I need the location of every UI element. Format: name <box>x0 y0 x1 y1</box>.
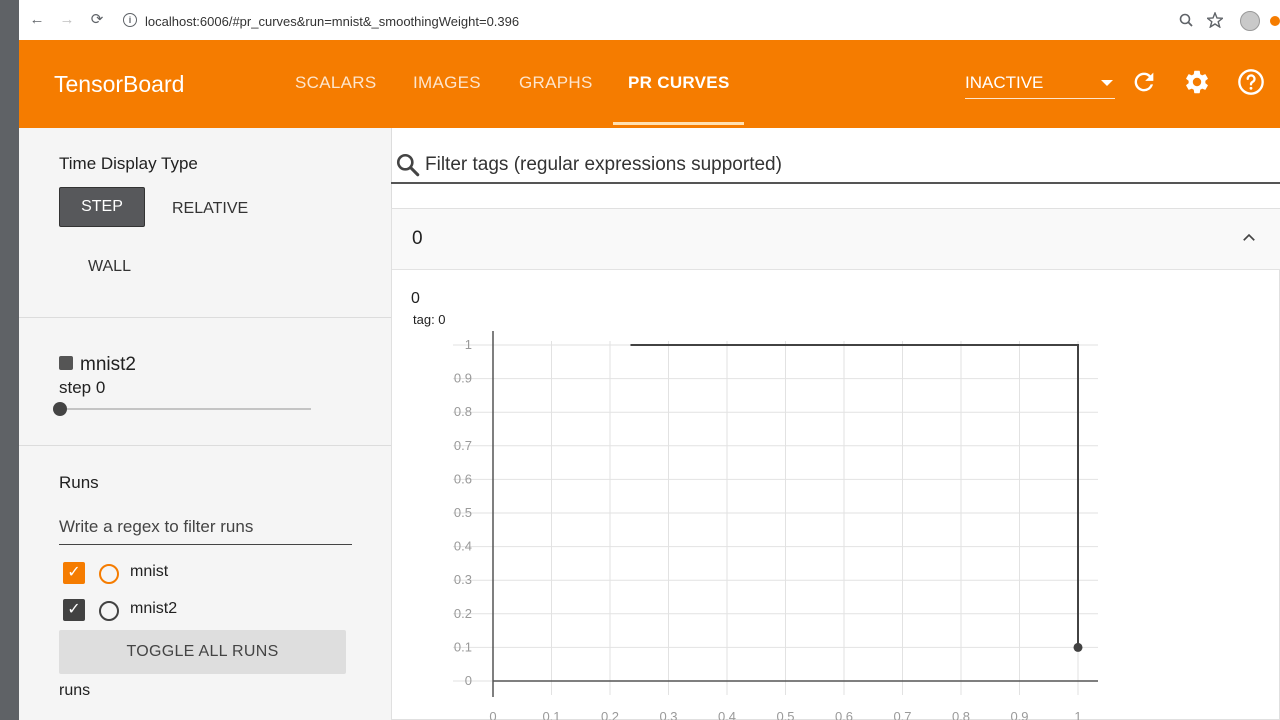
tab-images[interactable]: IMAGES <box>413 73 481 93</box>
time-display-title: Time Display Type <box>59 154 198 173</box>
pr-curve-chart[interactable]: 0 0.1 0.2 0.3 0.4 0.5 0.6 0.7 0.8 0.9 1 0 0.1 0.2 0.3 0… <box>391 320 1111 720</box>
sidebar-divider <box>19 317 391 318</box>
run-color-circle[interactable] <box>99 601 119 621</box>
run-checkbox-mnist[interactable]: ✓ <box>63 562 85 584</box>
tag-filter-input[interactable] <box>425 148 1280 182</box>
forward-icon[interactable]: → <box>59 12 75 28</box>
inactive-plugins-dropdown[interactable]: INACTIVE <box>965 70 1115 99</box>
y-tick-label: 0.3 <box>454 572 472 587</box>
browser-toolbar: ← → ⟳ i localhost:6006/#pr_curves&run=mn… <box>19 0 1280 41</box>
back-icon[interactable]: ← <box>29 12 45 28</box>
reload-icon[interactable]: ⟳ <box>89 12 105 28</box>
sidebar-divider <box>19 445 391 446</box>
step-label: step 0 <box>59 378 106 397</box>
chart-title: 0 <box>411 290 420 307</box>
run-checkbox-mnist2[interactable]: ✓ <box>63 599 85 621</box>
tab-graphs[interactable]: GRAPHS <box>519 73 593 93</box>
extension-icon[interactable] <box>1270 16 1280 26</box>
x-tick-label: 0.4 <box>718 709 736 720</box>
filter-underline <box>391 182 1280 184</box>
y-tick-label: 0.5 <box>454 505 472 520</box>
tab-scalars[interactable]: SCALARS <box>295 73 376 93</box>
help-icon[interactable] <box>1237 68 1265 96</box>
x-tick-label: 0 <box>489 709 496 720</box>
run-color-circle[interactable] <box>99 564 119 584</box>
address-bar[interactable]: localhost:6006/#pr_curves&run=mnist&_smo… <box>145 14 519 29</box>
tag-group-title: 0 <box>412 228 423 249</box>
x-tick-label: 0.1 <box>542 709 560 720</box>
y-tick-label: 0.9 <box>454 371 472 386</box>
chevron-up-icon[interactable] <box>1240 229 1258 247</box>
x-tick-label: 1 <box>1074 709 1081 720</box>
bookmark-star-icon[interactable] <box>1207 12 1223 28</box>
y-tick-label: 1 <box>465 337 472 352</box>
x-tick-label: 0.6 <box>835 709 853 720</box>
y-tick-label: 0.4 <box>454 539 472 554</box>
x-tick-label: 0.5 <box>776 709 794 720</box>
y-tick-label: 0 <box>465 673 472 688</box>
y-tick-label: 0.8 <box>454 404 472 419</box>
run-color-swatch <box>59 356 73 370</box>
chevron-down-icon <box>1101 80 1113 86</box>
profile-avatar[interactable] <box>1240 11 1260 31</box>
pr-curve-endpoint-marker <box>1073 642 1083 652</box>
step-slider-track[interactable] <box>59 408 311 410</box>
step-button[interactable]: STEP <box>59 187 145 227</box>
wall-button[interactable]: WALL <box>88 258 131 276</box>
x-tick-label: 0.2 <box>601 709 619 720</box>
app-header: TensorBoard SCALARS IMAGES GRAPHS PR CUR… <box>19 40 1280 128</box>
refresh-icon[interactable] <box>1130 68 1158 96</box>
y-tick-label: 0.2 <box>454 606 472 621</box>
pr-curve-series-line <box>630 344 1079 648</box>
runs-footer-label: runs <box>59 682 91 699</box>
runs-title: Runs <box>59 473 99 492</box>
y-tick-label: 0.7 <box>454 438 472 453</box>
step-slider-knob[interactable] <box>53 402 67 416</box>
relative-button[interactable]: RELATIVE <box>172 200 248 218</box>
tag-group-header[interactable]: 0 <box>392 209 1280 270</box>
search-icon <box>396 153 420 177</box>
x-tick-label: 0.9 <box>1010 709 1028 720</box>
browser-window: ← → ⟳ i localhost:6006/#pr_curves&run=mn… <box>19 0 1280 720</box>
run-label-mnist2: mnist2 <box>130 600 178 617</box>
inactive-dropdown-label: INACTIVE <box>965 73 1044 92</box>
run-label-mnist: mnist <box>130 563 169 580</box>
zoom-icon[interactable] <box>1179 13 1193 27</box>
active-tab-indicator <box>613 122 744 125</box>
x-tick-label: 0.3 <box>659 709 677 720</box>
app-title: TensorBoard <box>54 71 185 97</box>
run-filter-input[interactable] <box>59 510 352 545</box>
x-tick-label: 0.8 <box>952 709 970 720</box>
x-tick-label: 0.7 <box>893 709 911 720</box>
tab-pr-curves[interactable]: PR CURVES <box>628 73 730 93</box>
y-tick-label: 0.1 <box>454 639 472 654</box>
step-run-name: mnist2 <box>80 354 136 375</box>
site-info-icon[interactable]: i <box>123 13 137 27</box>
y-tick-label: 0.6 <box>454 471 472 486</box>
gear-icon[interactable] <box>1183 68 1211 96</box>
toggle-all-runs-button[interactable]: TOGGLE ALL RUNS <box>59 630 346 674</box>
sidebar: Time Display Type STEP RELATIVE WALL mni… <box>19 128 392 720</box>
